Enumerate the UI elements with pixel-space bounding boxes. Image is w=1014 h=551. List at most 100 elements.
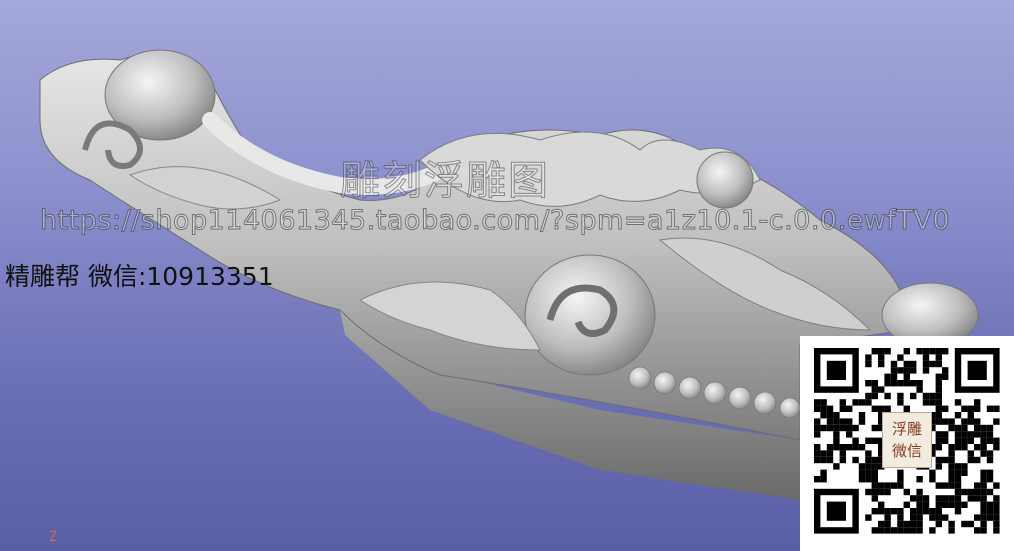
watermark-url: https://shop114061345.taobao.com/?spm=a1… xyxy=(39,205,951,237)
qr-module xyxy=(929,508,936,515)
qr-module xyxy=(865,450,872,457)
qr-module xyxy=(974,418,981,425)
qr-module xyxy=(833,437,840,444)
qr-module xyxy=(903,527,910,534)
qr-module xyxy=(974,488,981,496)
qr-module xyxy=(935,463,942,470)
qr-module xyxy=(948,444,955,451)
qr-module xyxy=(871,463,878,470)
qr-module xyxy=(910,527,917,534)
qr-module xyxy=(871,469,878,476)
qr-module xyxy=(967,437,974,444)
qr-module xyxy=(884,380,891,387)
qr-module xyxy=(935,520,942,528)
qr-module xyxy=(993,405,1000,412)
qr-module xyxy=(980,508,987,515)
qr-module xyxy=(980,520,987,528)
qr-module xyxy=(871,437,878,444)
qr-module xyxy=(942,367,949,374)
qr-module xyxy=(865,437,872,444)
qr-module xyxy=(871,424,878,432)
qr-module xyxy=(871,495,878,502)
qr-module xyxy=(974,482,981,489)
qr-module xyxy=(852,444,859,451)
qr-module xyxy=(935,386,942,393)
qr-module xyxy=(954,444,962,451)
qr-module xyxy=(980,488,987,496)
qr-module xyxy=(878,501,885,508)
qr-module xyxy=(986,488,994,496)
qr-module xyxy=(974,456,981,464)
qr-module xyxy=(910,495,917,502)
qr-module xyxy=(935,399,942,406)
qr-module xyxy=(961,431,968,438)
qr-module xyxy=(890,373,898,380)
qr-module xyxy=(865,392,872,400)
qr-module xyxy=(826,444,834,451)
qr-module xyxy=(897,392,904,400)
qr-module xyxy=(967,418,974,425)
qr-module xyxy=(858,476,866,483)
qr-module xyxy=(935,392,942,400)
qr-module xyxy=(986,514,994,521)
qr-module xyxy=(986,437,994,444)
qr-module xyxy=(903,367,910,374)
qr-module xyxy=(935,354,942,361)
qr-module xyxy=(980,501,987,508)
qr-module xyxy=(884,482,891,489)
qr-module xyxy=(948,495,955,502)
qr-module xyxy=(878,360,885,368)
qr-module xyxy=(986,456,994,464)
qr-module xyxy=(993,514,1000,521)
qr-module xyxy=(954,469,962,476)
qr-module xyxy=(916,508,923,515)
qr-module xyxy=(961,418,968,425)
qr-module xyxy=(922,392,930,400)
qr-module xyxy=(935,348,942,355)
qr-module xyxy=(993,508,1000,515)
qr-module xyxy=(871,348,878,355)
qr-module xyxy=(897,476,904,483)
qr-module xyxy=(814,476,821,483)
qr-module xyxy=(865,488,872,496)
qr-module xyxy=(961,469,968,476)
qr-module xyxy=(986,424,994,432)
qr-module xyxy=(942,405,949,412)
qr-module xyxy=(954,495,962,502)
qr-module xyxy=(814,405,821,412)
qr-module xyxy=(954,501,962,508)
qr-module xyxy=(846,444,853,451)
qr-module xyxy=(980,424,987,432)
qr-module xyxy=(935,495,942,502)
qr-module xyxy=(903,488,910,496)
qr-module xyxy=(922,367,930,374)
qr-module xyxy=(871,392,878,400)
qr-module xyxy=(942,495,949,502)
qr-module xyxy=(967,495,974,502)
qr-module xyxy=(833,444,840,451)
qr-module xyxy=(922,348,930,355)
qr-badge-line2: 微信 xyxy=(891,442,922,460)
qr-finder-top-left xyxy=(814,348,859,393)
qr-module xyxy=(922,360,930,368)
qr-module xyxy=(897,508,904,515)
qr-module xyxy=(890,380,898,387)
qr-module xyxy=(846,424,853,432)
qr-module xyxy=(974,431,981,438)
qr-module xyxy=(871,405,878,412)
qr-module xyxy=(897,380,904,387)
qr-module xyxy=(826,405,834,412)
qr-module xyxy=(980,431,987,438)
qr-module xyxy=(929,469,936,476)
qr-module xyxy=(967,412,974,419)
qr-module xyxy=(884,520,891,528)
qr-module xyxy=(884,514,891,521)
qr-module xyxy=(839,418,846,425)
qr-module xyxy=(974,495,981,502)
qr-module xyxy=(858,399,866,406)
model-rose xyxy=(696,151,754,209)
qr-module xyxy=(948,450,955,457)
qr-module xyxy=(820,412,827,419)
qr-module xyxy=(935,380,942,387)
qr-module xyxy=(871,508,878,515)
